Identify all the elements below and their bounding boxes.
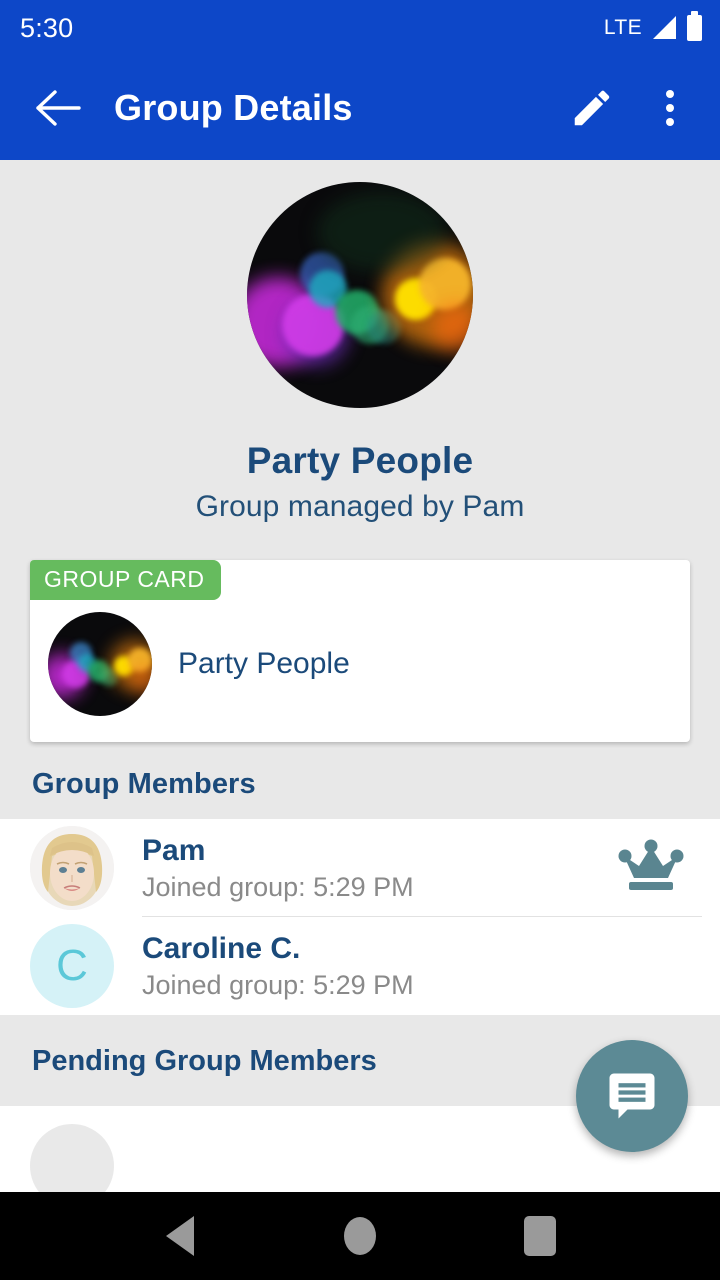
member-name: Pam — [142, 833, 206, 867]
member-photo-icon — [30, 826, 114, 910]
edit-button[interactable] — [564, 80, 620, 136]
group-card-badge: GROUP CARD — [30, 560, 221, 600]
status-icons: LTE — [603, 11, 702, 41]
status-clock: 5:30 — [20, 12, 74, 43]
pencil-icon — [574, 90, 610, 126]
nav-recents-button[interactable] — [450, 1216, 630, 1256]
group-card-title: Party People — [178, 647, 350, 680]
member-joined-time: Joined group: 5:29 PM — [142, 871, 414, 902]
member-name: Caroline C. — [142, 931, 301, 965]
group-header: Party People Group managed by Pam — [0, 160, 720, 524]
chat-bubble-icon — [609, 1073, 655, 1119]
network-type-label: LTE — [603, 16, 642, 39]
group-members-list: Pam Joined group: 5:29 PM C Caroline C. … — [0, 819, 720, 1015]
group-name: Party People — [246, 440, 474, 481]
phone-screen: 5:30 LTE Group Details Party People Grou… — [0, 0, 720, 1280]
nav-recents-square-icon — [524, 1216, 556, 1256]
battery-full-icon — [687, 11, 702, 41]
nav-home-button[interactable] — [270, 1217, 450, 1255]
back-button[interactable] — [22, 72, 94, 144]
crown-icon — [618, 839, 684, 890]
android-nav-bar — [0, 1192, 720, 1280]
member-joined-time: Joined group: 5:29 PM — [142, 969, 414, 1000]
group-avatar[interactable] — [247, 182, 473, 408]
page-title: Group Details — [114, 87, 353, 128]
overflow-menu-button[interactable] — [642, 80, 698, 136]
signal-triangle-icon — [653, 16, 676, 39]
group-card-content: Party People — [48, 612, 350, 716]
avatar-initial: C — [56, 941, 88, 990]
avatar — [30, 826, 114, 910]
member-info: Pam Joined group: 5:29 PM — [142, 834, 618, 903]
group-photo-bokeh-lights — [48, 612, 152, 716]
nav-home-circle-icon — [344, 1217, 376, 1255]
scroll-content[interactable]: Party People Group managed by Pam GROUP … — [0, 160, 720, 1192]
avatar: C — [30, 924, 114, 1008]
nav-back-triangle-icon — [166, 1216, 194, 1256]
more-vertical-icon — [666, 90, 674, 126]
group-members-heading: Group Members — [0, 742, 720, 819]
chat-fab-button[interactable] — [576, 1040, 688, 1152]
table-row[interactable]: C Caroline C. Joined group: 5:29 PM — [0, 917, 720, 1015]
arrow-left-icon — [36, 90, 81, 126]
table-row[interactable]: Pam Joined group: 5:29 PM — [0, 819, 720, 917]
app-bar-actions — [564, 80, 720, 136]
admin-badge — [618, 838, 684, 899]
avatar — [30, 1124, 114, 1192]
group-card-avatar — [48, 612, 152, 716]
member-info: Caroline C. Joined group: 5:29 PM — [142, 932, 696, 1001]
app-bar: Group Details — [0, 56, 720, 160]
status-bar: 5:30 LTE — [0, 0, 720, 56]
group-card-wrapper: GROUP CARD Party People — [30, 560, 690, 742]
nav-back-button[interactable] — [90, 1216, 270, 1256]
group-photo-bokeh-lights — [247, 182, 473, 408]
group-managed-by: Group managed by Pam — [195, 490, 525, 523]
